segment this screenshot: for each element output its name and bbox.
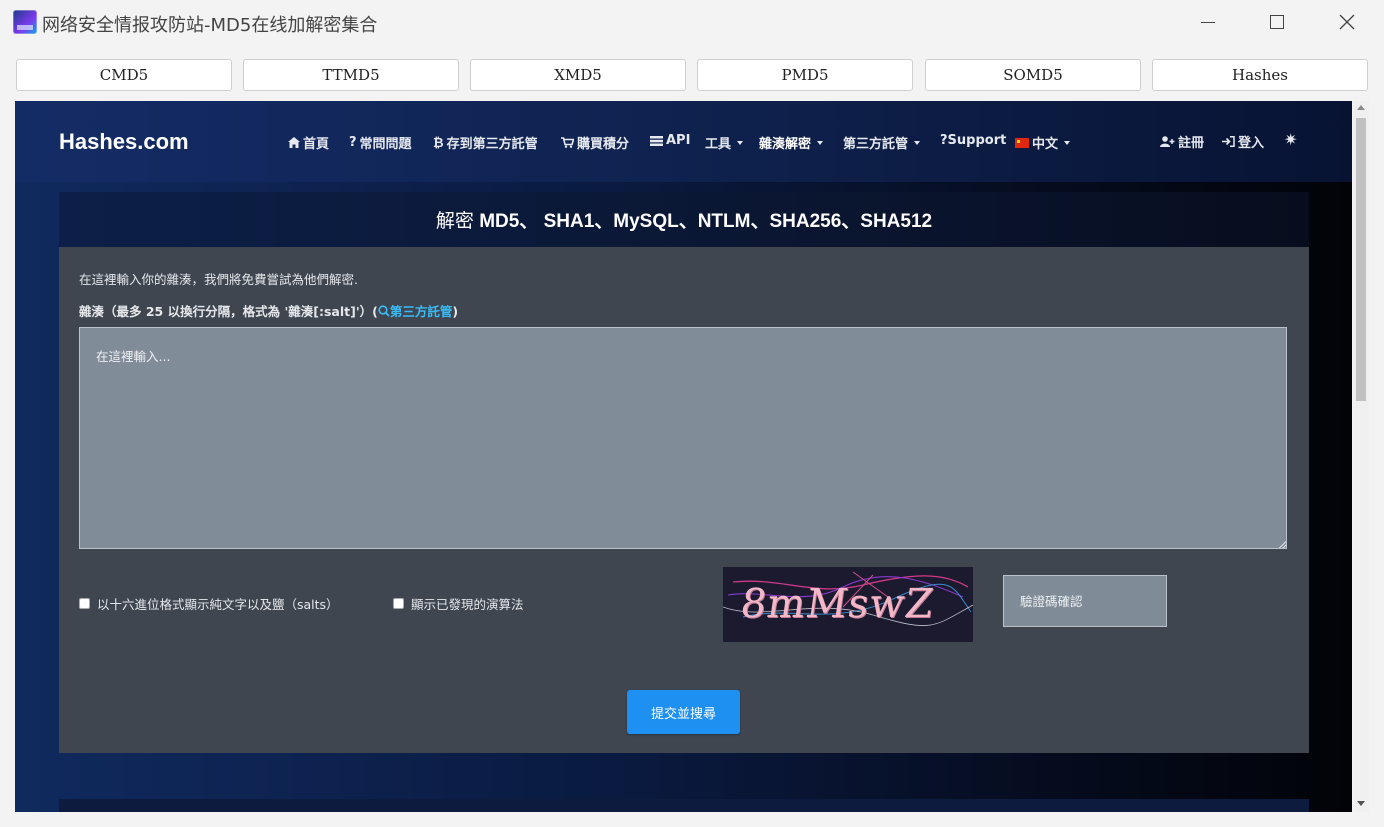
nav-login[interactable]: 登入 <box>1222 132 1264 151</box>
nav-hash-decrypt-label: 雜湊解密 <box>759 137 812 152</box>
web-content: Hashes.com 首頁 ? 常問問題 ₿ 存到第三方託管 購買積分 API … <box>15 101 1352 812</box>
tab-ttmd5[interactable]: TTMD5 <box>243 59 459 91</box>
nav-tools-label: 工具 <box>705 137 732 152</box>
algo-checkbox-label: 顯示已發現的演算法 <box>411 597 524 612</box>
chevron-down-icon <box>1064 140 1071 145</box>
nav-api[interactable]: API <box>650 133 690 148</box>
nav-escrow[interactable]: 第三方託管 <box>843 133 921 152</box>
algo-checkbox[interactable] <box>393 598 404 609</box>
close-button[interactable] <box>1324 6 1370 38</box>
panel-title-lead: 解密 <box>435 210 474 232</box>
tab-somd5[interactable]: SOMD5 <box>925 59 1141 91</box>
captcha-image: 8mMswZ <box>723 567 973 642</box>
bitcoin-icon: ₿ <box>433 135 444 151</box>
home-icon <box>288 137 300 148</box>
nav-register-label: 註冊 <box>1178 136 1205 151</box>
chevron-down-icon <box>914 140 921 145</box>
algo-checkbox-row[interactable]: 顯示已發現的演算法 <box>393 594 524 613</box>
nav-login-label: 登入 <box>1238 136 1265 151</box>
nav-support[interactable]: ?Support <box>940 133 1006 148</box>
nav-buy-credits[interactable]: 購買積分 <box>561 133 629 152</box>
escrow-link-label: 第三方託管 <box>389 304 453 319</box>
nav-register[interactable]: 註冊 <box>1160 132 1204 151</box>
chevron-down-icon <box>817 140 824 145</box>
next-section <box>59 799 1309 812</box>
scroll-up-icon[interactable] <box>1357 105 1365 110</box>
question-icon: ? <box>349 135 357 150</box>
intro-text: 在這裡輸入你的雜湊，我們將免費嘗試為他們解密. <box>79 272 358 287</box>
theme-toggle[interactable]: ✷ <box>1284 130 1297 149</box>
nav-escrow-deposit[interactable]: ₿ 存到第三方託管 <box>433 133 538 153</box>
decrypt-panel: 解密 MD5、 SHA1、MySQL、NTLM、SHA256、SHA512 在這… <box>59 192 1309 753</box>
window-title: 网络安全情报攻防站-MD5在线加解密集合 <box>42 15 378 36</box>
hash-textarea[interactable] <box>79 327 1287 549</box>
nav-home-label: 首頁 <box>303 137 330 152</box>
tab-hashes[interactable]: Hashes <box>1152 59 1368 91</box>
chevron-down-icon <box>737 140 744 145</box>
minimize-button[interactable] <box>1185 6 1231 38</box>
maximize-icon <box>1270 15 1284 29</box>
nav-language[interactable]: 中文 <box>1015 133 1071 152</box>
app-icon <box>13 10 37 34</box>
captcha-input[interactable] <box>1003 575 1167 627</box>
escrow-link[interactable]: 第三方託管 <box>378 304 453 319</box>
hash-input-label: 雜湊（最多 25 以換行分隔，格式為 '雜湊[:salt]'）( 第三方託管) <box>79 301 458 320</box>
nav-language-label: 中文 <box>1032 137 1059 152</box>
nav-tools[interactable]: 工具 <box>705 133 744 152</box>
textarea-resize-handle[interactable] <box>1279 541 1286 548</box>
nav-hash-decrypt[interactable]: 雜湊解密 <box>759 133 824 152</box>
tab-cmd5[interactable]: CMD5 <box>16 59 232 91</box>
api-icon <box>650 135 663 146</box>
nav-faq[interactable]: ? 常問問題 <box>349 133 412 152</box>
hex-checkbox-row[interactable]: 以十六進位格式顯示純文字以及鹽（salts） <box>79 594 339 613</box>
site-tabs: CMD5 TTMD5 XMD5 PMD5 SOMD5 Hashes <box>0 59 1384 91</box>
page-scrollbar[interactable] <box>1353 101 1369 812</box>
window-titlebar: 网络安全情报攻防站-MD5在线加解密集合 <box>0 0 1384 45</box>
hex-checkbox[interactable] <box>79 598 90 609</box>
user-plus-icon <box>1160 136 1175 147</box>
nav-api-label: API <box>666 133 691 148</box>
search-icon <box>378 305 390 317</box>
tab-pmd5[interactable]: PMD5 <box>697 59 913 91</box>
sign-in-icon <box>1222 136 1235 147</box>
tab-xmd5[interactable]: XMD5 <box>470 59 686 91</box>
nav-escrow-deposit-label: 存到第三方託管 <box>446 137 538 152</box>
cart-icon <box>561 137 574 148</box>
scroll-down-icon[interactable] <box>1357 801 1365 806</box>
panel-title: 解密 MD5、 SHA1、MySQL、NTLM、SHA256、SHA512 <box>436 206 932 233</box>
hex-checkbox-label: 以十六進位格式顯示純文字以及鹽（salts） <box>97 597 339 612</box>
scroll-thumb[interactable] <box>1356 118 1366 401</box>
brand-logo[interactable]: Hashes.com <box>59 129 189 155</box>
hash-label-close: ) <box>452 304 459 319</box>
sun-icon: ✷ <box>1284 130 1298 149</box>
submit-button[interactable]: 提交並搜尋 <box>627 690 740 734</box>
nav-home[interactable]: 首頁 <box>288 133 329 152</box>
nav-escrow-label: 第三方託管 <box>843 137 909 152</box>
minimize-icon <box>1201 21 1215 23</box>
site-navbar: Hashes.com 首頁 ? 常問問題 ₿ 存到第三方託管 購買積分 API … <box>15 101 1352 182</box>
maximize-button[interactable] <box>1254 6 1300 38</box>
nav-buy-credits-label: 購買積分 <box>577 137 630 152</box>
china-flag-icon <box>1015 137 1029 148</box>
nav-faq-label: 常問問題 <box>359 137 412 152</box>
panel-header: 解密 MD5、 SHA1、MySQL、NTLM、SHA256、SHA512 <box>59 192 1309 247</box>
nav-support-label: ?Support <box>940 133 1007 148</box>
panel-title-rest: MD5、 SHA1、MySQL、NTLM、SHA256、SHA512 <box>479 211 933 232</box>
captcha-text: 8mMswZ <box>737 581 938 627</box>
close-icon <box>1339 14 1355 30</box>
hash-label-text: 雜湊（最多 25 以換行分隔，格式為 '雜湊[:salt]'）( <box>79 304 378 319</box>
